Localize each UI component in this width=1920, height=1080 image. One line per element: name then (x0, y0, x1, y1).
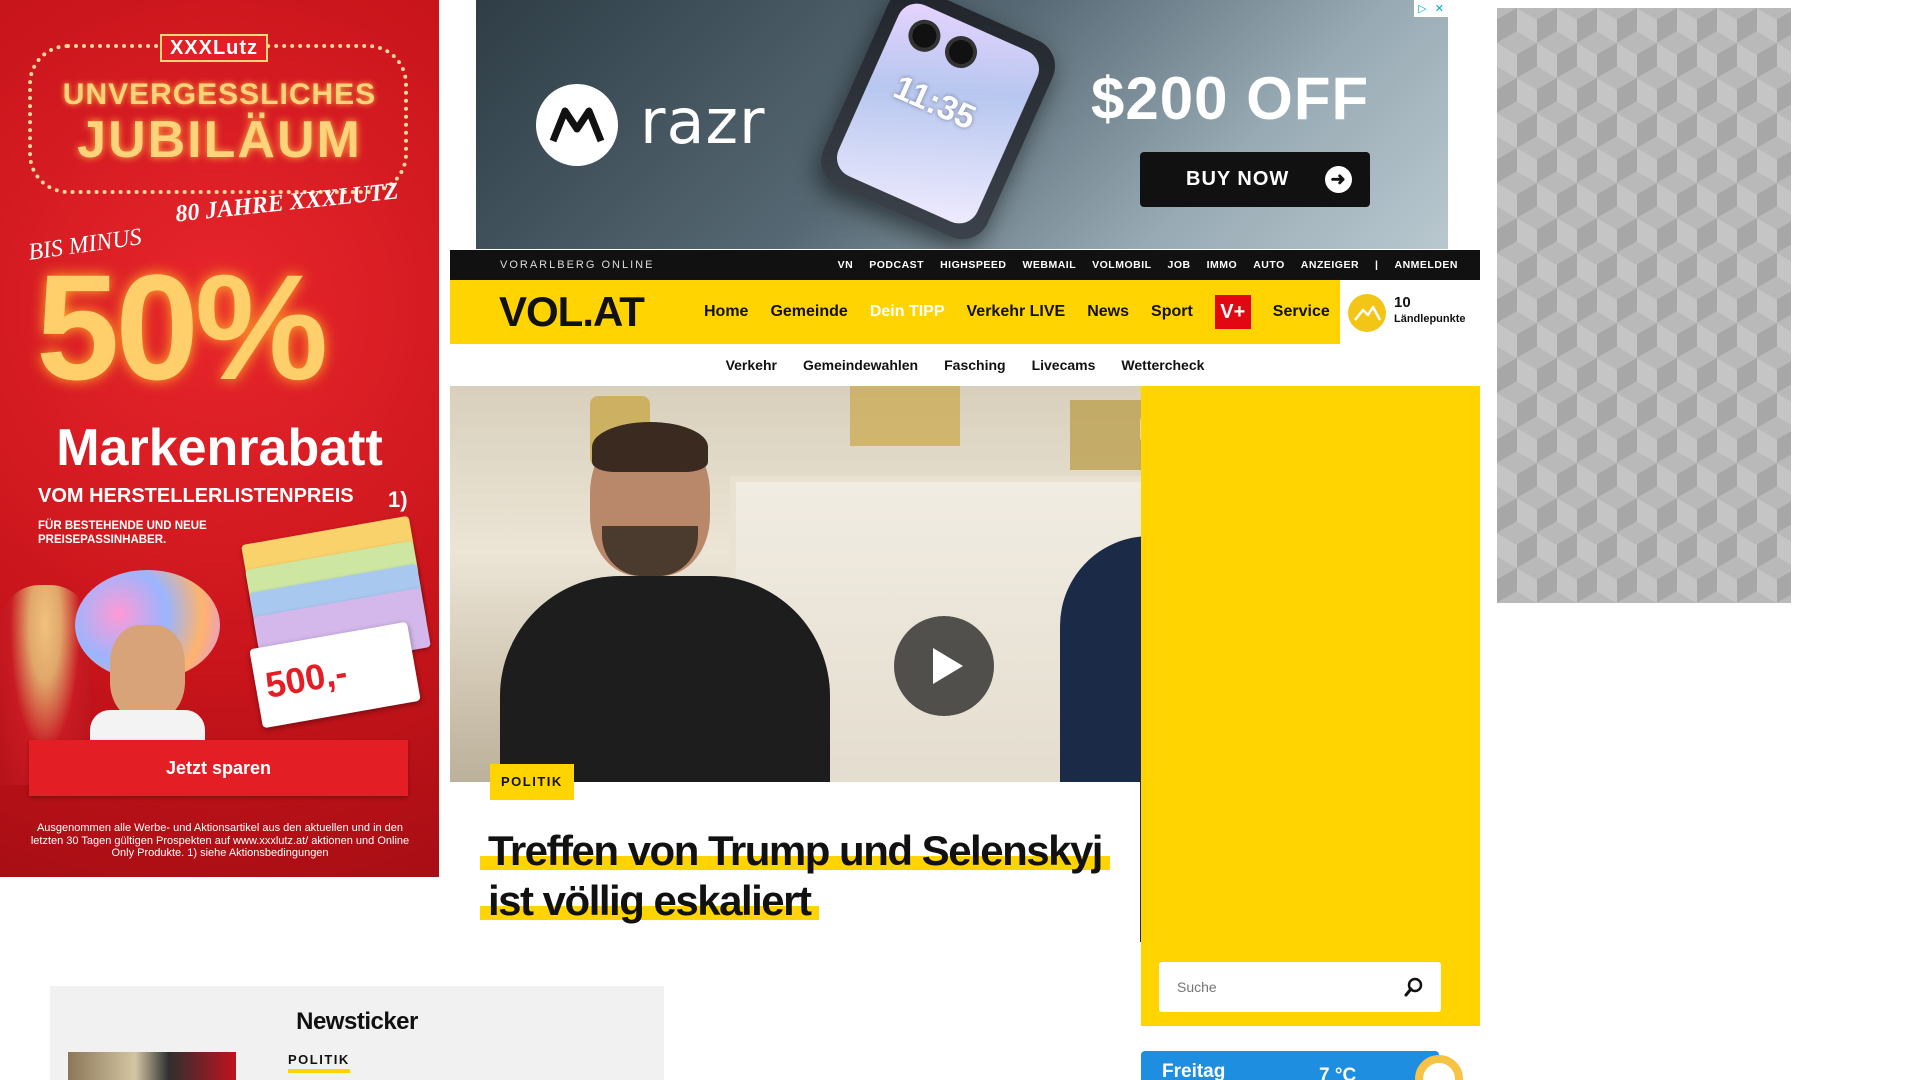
top-link-immo[interactable]: IMMO (1207, 259, 1238, 271)
ad-bestehende: FÜR BESTEHENDE UND NEUE PREISEPASSINHABE… (38, 520, 207, 546)
nav-home[interactable]: Home (704, 303, 748, 321)
subnav-livecams[interactable]: Livecams (1032, 357, 1096, 373)
subnav-fasching[interactable]: Fasching (944, 357, 1005, 373)
face (110, 625, 185, 720)
weather-temp: 7 °C (1319, 1065, 1357, 1080)
main-nav: VOL.AT Home Gemeinde Dein TIPP Verkehr L… (450, 280, 1480, 344)
xxxlutz-ad[interactable]: XXXLutz UNVERGESSLICHES JUBILÄUM 80 JAHR… (0, 0, 439, 877)
subnav-gemeindewahlen[interactable]: Gemeindewahlen (803, 357, 918, 373)
top-link-volmobil[interactable]: VOLMOBIL (1092, 259, 1151, 271)
ad-markenrabatt: Markenrabatt (56, 419, 383, 477)
voucher-amount: 500,- (262, 651, 351, 706)
page: XXXLutz UNVERGESSLICHES JUBILÄUM 80 JAHR… (0, 0, 1920, 1080)
close-icon[interactable]: ✕ (1435, 2, 1444, 15)
nav-sport[interactable]: Sport (1151, 303, 1193, 321)
login-link[interactable]: ANMELDEN (1395, 259, 1459, 271)
arrow-right-icon: ➜ (1325, 166, 1352, 193)
top-bar: VORARLBERG ONLINE VN PODCAST HIGHSPEED W… (450, 250, 1480, 280)
weather-widget[interactable]: Freitag 7 °C (1141, 1051, 1463, 1080)
lead-headline[interactable]: Treffen von Trump und Selenskyj ist völl… (480, 826, 1120, 926)
sidebar-yellow-panel (1141, 386, 1480, 1026)
lead-headline-text: Treffen von Trump und Selenskyj ist völl… (480, 827, 1110, 924)
search-input[interactable] (1159, 962, 1441, 1012)
points-value: 10 (1394, 294, 1411, 311)
top-link-auto[interactable]: AUTO (1253, 259, 1285, 271)
motorola-logo-icon (536, 84, 618, 166)
nav-dein-tipp[interactable]: Dein TIPP (870, 303, 945, 321)
newsticker-thumbnail[interactable] (68, 1052, 236, 1080)
ad-vom-hersteller: VOM HERSTELLERLISTENPREIS (38, 485, 354, 507)
nav-verkehr-live[interactable]: Verkehr LIVE (967, 303, 1066, 321)
top-link-vn[interactable]: VN (838, 259, 854, 271)
sub-nav: Verkehr Gemeindewahlen Fasching Livecams… (450, 344, 1480, 386)
top-link-separator: | (1375, 259, 1379, 271)
mountain-badge-icon (1348, 294, 1386, 332)
top-link-job[interactable]: JOB (1168, 259, 1191, 271)
vplus-button[interactable]: V+ (1214, 295, 1251, 329)
motorola-ad[interactable]: razr 11:35 $200 OFF BUY NOW ➜ ▷ ✕ (476, 0, 1448, 249)
ad-footnote-mark: 1) (388, 487, 408, 512)
gold-ornament (850, 386, 960, 446)
play-triangle-icon (933, 648, 963, 684)
phone-image: 11:35 (812, 0, 1064, 249)
ad-offer: $200 OFF (1091, 65, 1370, 132)
buy-now-label: BUY NOW (1186, 168, 1290, 190)
top-link-highspeed[interactable]: HIGHSPEED (940, 259, 1006, 271)
play-triangle-icon: ▷ (1418, 2, 1427, 15)
vorarlberg-online-label: VORARLBERG ONLINE (500, 259, 655, 271)
voucher-stack: 500,- (225, 515, 431, 729)
category-tag[interactable]: POLITIK (490, 764, 574, 800)
search-icon[interactable] (1403, 976, 1425, 998)
adchoices-icon[interactable]: ▷ ✕ (1414, 0, 1448, 17)
razr-wordmark: razr (640, 85, 766, 158)
nav-gemeinde[interactable]: Gemeinde (770, 303, 847, 321)
newsticker-title: Newsticker (296, 1008, 418, 1035)
top-link-webmail[interactable]: WEBMAIL (1022, 259, 1076, 271)
vol-at-logo[interactable]: VOL.AT (499, 288, 645, 336)
subnav-verkehr[interactable]: Verkehr (726, 357, 777, 373)
nav-service[interactable]: Service (1273, 303, 1330, 321)
play-button-icon[interactable] (894, 616, 994, 716)
ad-model-man (75, 570, 220, 770)
right-ad-placeholder (1497, 8, 1791, 603)
ad-headline-main: JUBILÄUM (77, 111, 362, 169)
newsticker: Newsticker POLITIK (50, 986, 664, 1080)
subnav-wettercheck[interactable]: Wettercheck (1121, 357, 1204, 373)
ad-headline-top: UNVERGESSLICHES (62, 78, 377, 111)
nav-news[interactable]: News (1087, 303, 1129, 321)
ad-percent: 50% (36, 243, 328, 411)
jetzt-sparen-button[interactable]: Jetzt sparen (29, 740, 408, 796)
points-label: Ländlepunkte (1394, 313, 1466, 325)
main-nav-items: Home Gemeinde Dein TIPP Verkehr LIVE New… (704, 280, 1330, 344)
weather-day: Freitag (1162, 1061, 1226, 1080)
top-link-anzeiger[interactable]: ANZEIGER (1301, 259, 1359, 271)
hair (592, 422, 708, 472)
newsticker-category-tag[interactable]: POLITIK (288, 1052, 350, 1073)
laendlepunkte-widget[interactable]: 10 Ländlepunkte (1340, 280, 1480, 344)
top-link-podcast[interactable]: PODCAST (869, 259, 924, 271)
buy-now-button[interactable]: BUY NOW ➜ (1140, 152, 1370, 207)
ad-smallprint: Ausgenommen alle Werbe- und Aktionsartik… (30, 822, 410, 859)
xxxlutz-logo: XXXLutz (160, 34, 268, 62)
top-links: VN PODCAST HIGHSPEED WEBMAIL VOLMOBIL JO… (838, 259, 1458, 271)
